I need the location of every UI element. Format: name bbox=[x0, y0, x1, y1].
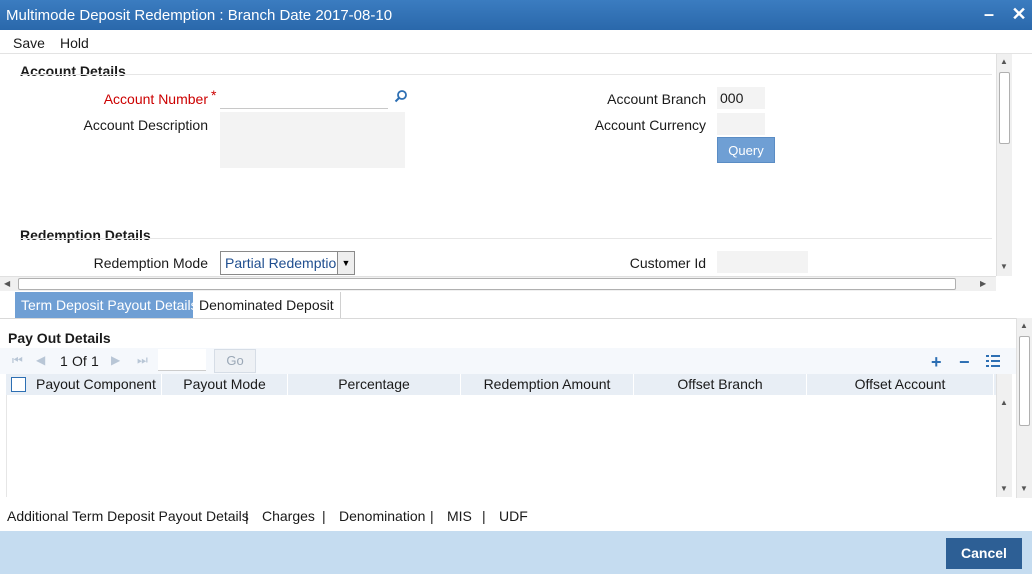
link-separator: | bbox=[245, 508, 249, 524]
account-number-input[interactable] bbox=[220, 87, 388, 109]
redemption-mode-value: Partial Redemption bbox=[225, 255, 345, 271]
charges-link[interactable]: Charges bbox=[262, 508, 315, 524]
payout-details-title: Pay Out Details bbox=[8, 330, 111, 346]
column-header-payout-component[interactable]: Payout Component bbox=[30, 374, 162, 395]
upper-vertical-scrollbar[interactable]: ▲ ▼ bbox=[996, 54, 1012, 276]
additional-payout-details-link[interactable]: Additional Term Deposit Payout Details bbox=[7, 508, 249, 524]
redemption-mode-label: Redemption Mode bbox=[93, 255, 208, 271]
required-asterisk: * bbox=[211, 87, 217, 103]
remove-row-icon[interactable]: − bbox=[959, 352, 970, 373]
bottom-action-bar bbox=[0, 531, 1032, 574]
scroll-down-icon[interactable]: ▼ bbox=[1000, 262, 1008, 271]
save-menu-item[interactable]: Save bbox=[13, 35, 45, 51]
section-divider bbox=[20, 74, 992, 75]
page-of-label: Of bbox=[72, 353, 87, 369]
redemption-details-title: Redemption Details bbox=[20, 227, 151, 243]
scroll-up-icon[interactable]: ▲ bbox=[1000, 57, 1008, 66]
redemption-mode-select[interactable]: Partial Redemption ▼ bbox=[220, 251, 355, 275]
column-header-redemption-amount[interactable]: Redemption Amount bbox=[461, 374, 634, 395]
scroll-down-icon[interactable]: ▼ bbox=[1000, 484, 1008, 493]
scrollbar-thumb[interactable] bbox=[1019, 336, 1030, 426]
scroll-right-icon[interactable]: ▶ bbox=[980, 279, 986, 288]
scroll-up-icon[interactable]: ▲ bbox=[1020, 321, 1028, 330]
customer-id-label: Customer Id bbox=[629, 255, 706, 271]
grid-body bbox=[6, 395, 996, 497]
next-page-icon[interactable]: ▶ bbox=[111, 353, 120, 367]
column-header-percentage[interactable]: Percentage bbox=[288, 374, 461, 395]
account-description-field[interactable] bbox=[220, 112, 405, 168]
list-view-icon[interactable] bbox=[986, 354, 1000, 371]
account-number-label: Account Number bbox=[103, 91, 208, 107]
window-title: Multimode Deposit Redemption : Branch Da… bbox=[6, 7, 393, 24]
column-header-payout-mode[interactable]: Payout Mode bbox=[162, 374, 288, 395]
scroll-down-icon[interactable]: ▼ bbox=[1020, 484, 1028, 493]
scroll-left-icon[interactable]: ◀ bbox=[4, 279, 10, 288]
page-current: 1 bbox=[60, 353, 68, 369]
link-separator: | bbox=[482, 508, 486, 524]
scrollbar-thumb[interactable] bbox=[999, 72, 1010, 144]
scrollbar-thumb[interactable] bbox=[18, 278, 956, 290]
last-page-icon[interactable]: ⏭ bbox=[137, 353, 148, 368]
go-button[interactable]: Go bbox=[214, 349, 256, 373]
grid-header: Payout Component Payout Mode Percentage … bbox=[6, 374, 996, 395]
close-button[interactable]: ✕ bbox=[1008, 4, 1030, 26]
account-description-label: Account Description bbox=[83, 117, 208, 133]
subsystem-links: Additional Term Deposit Payout Details |… bbox=[0, 503, 1032, 531]
column-header-offset-branch[interactable]: Offset Branch bbox=[634, 374, 807, 395]
title-bar: Multimode Deposit Redemption : Branch Da… bbox=[0, 0, 1032, 30]
account-branch-field[interactable]: 000 bbox=[717, 87, 765, 109]
account-details-title: Account Details bbox=[20, 63, 126, 79]
tab-term-deposit-payout-details[interactable]: Term Deposit Payout Details bbox=[15, 292, 204, 318]
tab-denominated-deposit[interactable]: Denominated Deposit bbox=[193, 292, 341, 318]
previous-page-icon[interactable]: ◀ bbox=[36, 353, 45, 367]
cancel-button[interactable]: Cancel bbox=[946, 538, 1022, 569]
tab-divider bbox=[0, 318, 1016, 319]
search-icon[interactable] bbox=[394, 89, 408, 106]
link-separator: | bbox=[430, 508, 434, 524]
account-branch-label: Account Branch bbox=[607, 91, 706, 107]
page-total: 1 bbox=[91, 353, 99, 369]
add-row-icon[interactable]: + bbox=[931, 352, 942, 373]
page-number-input[interactable] bbox=[158, 349, 206, 371]
first-page-icon[interactable]: ⏮ bbox=[12, 353, 23, 368]
select-all-checkbox[interactable] bbox=[11, 377, 26, 392]
link-separator: | bbox=[322, 508, 326, 524]
menu-bar: Save Hold bbox=[0, 30, 1032, 54]
account-currency-label: Account Currency bbox=[594, 117, 706, 133]
hold-menu-item[interactable]: Hold bbox=[60, 35, 89, 51]
udf-link[interactable]: UDF bbox=[499, 508, 528, 524]
account-currency-field[interactable] bbox=[717, 113, 765, 135]
minimize-button[interactable]: – bbox=[978, 4, 1000, 26]
grid-toolbar: ⏮ ◀ 1 Of 1 ▶ ⏭ Go bbox=[0, 348, 1016, 374]
customer-id-field[interactable] bbox=[717, 251, 808, 273]
chevron-down-icon[interactable]: ▼ bbox=[337, 252, 354, 274]
query-button[interactable]: Query bbox=[717, 137, 775, 163]
scroll-up-icon[interactable]: ▲ bbox=[1000, 398, 1008, 407]
section-divider bbox=[20, 238, 992, 239]
column-header-offset-account[interactable]: Offset Account bbox=[807, 374, 994, 395]
lower-vertical-scrollbar[interactable]: ▲ ▼ bbox=[1016, 318, 1032, 498]
denomination-link[interactable]: Denomination bbox=[339, 508, 425, 524]
header-form-panel: Account Details Account Number * Account… bbox=[0, 54, 996, 276]
mis-link[interactable]: MIS bbox=[447, 508, 472, 524]
grid-vertical-scrollbar[interactable]: ▲ ▼ bbox=[996, 374, 1012, 497]
horizontal-scrollbar[interactable]: ◀ ▶ bbox=[0, 276, 996, 291]
